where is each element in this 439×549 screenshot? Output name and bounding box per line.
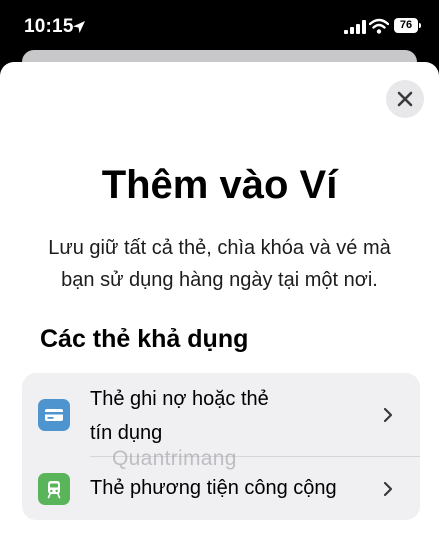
subtitle-line-1: Lưu giữ tất cả thẻ, chìa khóa và vé mà [48,237,391,259]
battery-tip [419,23,421,28]
list-item-label-line-2: tín dụng [90,422,163,444]
status-time: 10:15 [24,16,74,37]
battery-icon: 76 [394,18,418,33]
subtitle-line-2: bạn sử dụng hàng ngày tại một nơi. [61,269,378,291]
wifi-icon [369,18,389,34]
section-title: Các thẻ khả dụng [40,325,249,353]
list-item-debit-credit-card[interactable]: Thẻ ghi nợ hoặc thẻ tín dụng [22,373,420,456]
chevron-right-icon [383,481,393,497]
status-bar: 10:15 76 [0,0,439,56]
location-arrow-icon [73,21,85,33]
watermark: Quantrimang [112,447,237,470]
list-item-label: Thẻ phương tiện công cộng [90,477,337,499]
credit-card-icon [38,399,70,431]
page-title: Thêm vào Ví [101,163,338,207]
close-icon [397,91,413,107]
chevron-right-icon [383,407,393,423]
list-item-label-line-1: Thẻ ghi nợ hoặc thẻ [90,388,269,410]
list-item-label: Thẻ ghi nợ hoặc thẻ tín dụng [90,382,350,450]
train-icon [38,473,70,505]
close-button[interactable] [386,80,424,118]
subtitle: Lưu giữ tất cả thẻ, chìa khóa và vé mà b… [20,232,419,296]
signal-icon [344,20,366,34]
